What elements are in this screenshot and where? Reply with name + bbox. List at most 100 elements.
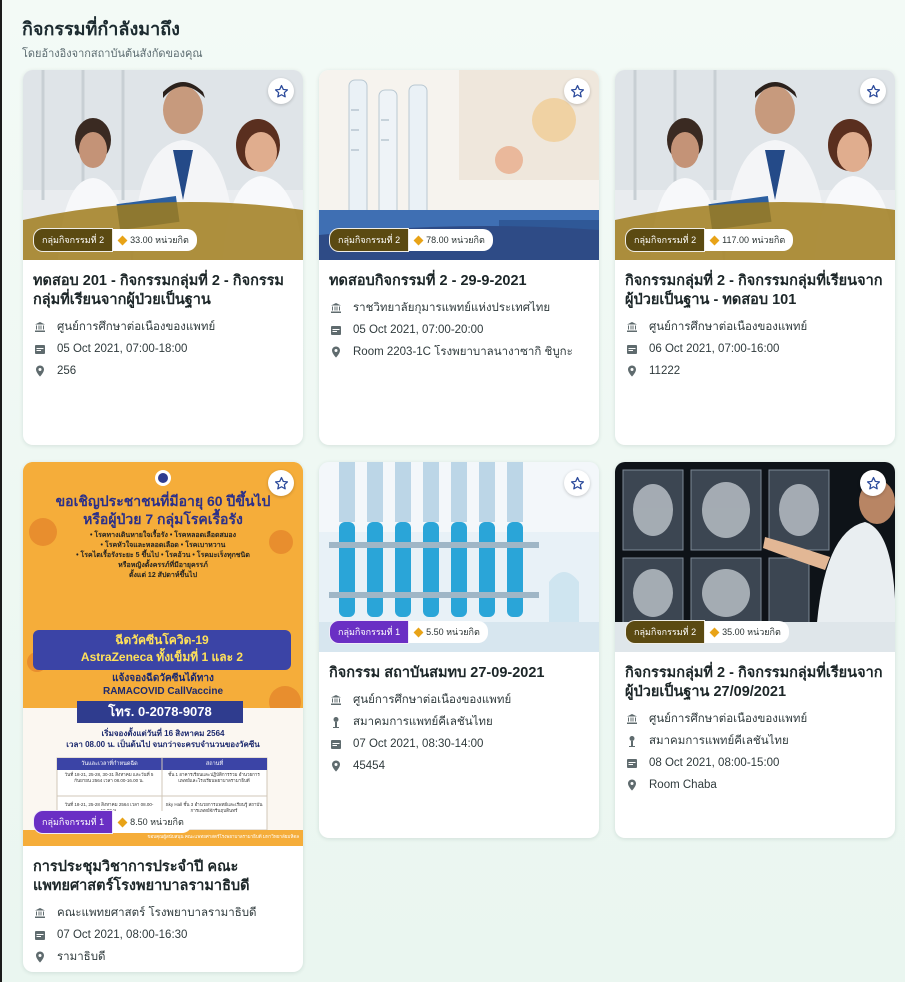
activity-title[interactable]: กิจกรรม สถาบันสมทบ 27-09-2021 bbox=[329, 664, 589, 683]
location-row: รามาธิบดี bbox=[33, 950, 293, 964]
activity-card[interactable]: กลุ่มกิจกรรมที่ 2 33.00 หน่วยกิต ทดสอบ 2… bbox=[23, 70, 303, 445]
location-row: 45454 bbox=[329, 759, 589, 773]
credit-badge: 78.00 หน่วยกิต bbox=[409, 229, 493, 251]
favorite-star-button[interactable] bbox=[860, 470, 886, 496]
activity-badges: กลุ่มกิจกรรมที่ 2 78.00 หน่วยกิต bbox=[329, 228, 493, 252]
credit-badge: 35.00 หน่วยกิต bbox=[705, 621, 789, 643]
datetime-text: 05 Oct 2021, 07:00-20:00 bbox=[353, 324, 484, 336]
datetime-row: 06 Oct 2021, 07:00-16:00 bbox=[625, 342, 885, 356]
poster-disease-list: • โรคหัวใจและหลอดเลือด • โรคเบาหวาน bbox=[100, 542, 226, 549]
partner-icon bbox=[329, 715, 343, 729]
activity-image: กลุ่มกิจกรรมที่ 2 35.00 หน่วยกิต bbox=[615, 462, 895, 652]
poster-table-head: วันและเวลาที่กำหนดฉีด bbox=[81, 761, 138, 767]
activity-title[interactable]: กิจกรรมกลุ่มที่ 2 - กิจกรรมกลุ่มที่เรียน… bbox=[625, 272, 885, 310]
location-row: Room 2203-1C โรงพยาบาลนางาซากิ ชิบูกะ bbox=[329, 345, 589, 359]
activity-card[interactable]: กลุ่มกิจกรรมที่ 2 78.00 หน่วยกิต ทดสอบกิ… bbox=[319, 70, 599, 445]
credit-badge: 117.00 หน่วยกิต bbox=[705, 229, 794, 251]
organizer-row: ศูนย์การศึกษาต่อเนื่องของแพทย์ bbox=[625, 712, 885, 726]
location-row: 256 bbox=[33, 364, 293, 378]
datetime-row: 05 Oct 2021, 07:00-18:00 bbox=[33, 342, 293, 356]
poster-register-line: RAMACOVID CallVaccine bbox=[102, 686, 224, 697]
poster-pregnant: ตั้งแต่ 12 สัปดาห์ขึ้นไป bbox=[128, 572, 198, 579]
calendar-icon bbox=[625, 756, 639, 770]
organizer-row: ศูนย์การศึกษาต่อเนื่องของแพทย์ bbox=[33, 320, 293, 334]
location-pin-icon bbox=[329, 759, 343, 773]
group-badge: กลุ่มกิจกรรมที่ 2 bbox=[625, 620, 706, 644]
poster-disease-list: • โรคไตเรื้อรังระยะ 5 ขึ้นไป • โรคอ้วน •… bbox=[76, 552, 250, 559]
star-icon bbox=[274, 476, 288, 489]
activity-card[interactable]: กลุ่มกิจกรรมที่ 2 35.00 หน่วยกิต กิจกรรม… bbox=[615, 462, 895, 838]
diamond-icon bbox=[117, 235, 128, 245]
location-pin-icon bbox=[329, 345, 343, 359]
credit-badge: 33.00 หน่วยกิต bbox=[113, 229, 197, 251]
calendar-icon bbox=[329, 323, 343, 337]
star-icon bbox=[866, 476, 880, 489]
diamond-icon bbox=[413, 235, 424, 245]
group-badge: กลุ่มกิจกรรมที่ 1 bbox=[33, 810, 114, 834]
upcoming-activities-page: กิจกรรมที่กำลังมาถึง โดยอ้างอิงจากสถาบัน… bbox=[2, 0, 905, 982]
poster-pregnant: หรือหญิงตั้งครรภ์ที่มีอายุครรภ์ bbox=[118, 562, 208, 569]
group-badge: กลุ่มกิจกรรมที่ 2 bbox=[33, 228, 114, 252]
favorite-star-button[interactable] bbox=[564, 470, 590, 496]
calendar-icon bbox=[625, 342, 639, 356]
poster-table-cell: วันที่ 18-21, 25-28, 30-31 สิงหาคม และวั… bbox=[64, 772, 154, 783]
organizer-text: ศูนย์การศึกษาต่อเนื่องของแพทย์ bbox=[649, 713, 808, 725]
activity-badges: กลุ่มกิจกรรมที่ 1 5.50 หน่วยกิต bbox=[329, 620, 488, 644]
activity-title[interactable]: การประชุมวิชาการประจำปี คณะแพทยศาสตร์โรง… bbox=[33, 858, 293, 896]
institution-icon bbox=[625, 320, 639, 334]
activity-image: กลุ่มกิจกรรมที่ 1 5.50 หน่วยกิต bbox=[319, 462, 599, 652]
datetime-text: 05 Oct 2021, 07:00-18:00 bbox=[57, 343, 188, 355]
star-icon bbox=[570, 84, 584, 97]
favorite-star-button[interactable] bbox=[564, 78, 590, 104]
organizer-row: ศูนย์การศึกษาต่อเนื่องของแพทย์ bbox=[329, 693, 589, 707]
activity-badges: กลุ่มกิจกรรมที่ 1 8.50 หน่วยกิต bbox=[33, 810, 192, 834]
activity-title[interactable]: กิจกรรมกลุ่มที่ 2 - กิจกรรมกลุ่มที่เรียน… bbox=[625, 664, 885, 702]
activity-card[interactable]: กลุ่มกิจกรรมที่ 2 117.00 หน่วยกิต กิจกรร… bbox=[615, 70, 895, 445]
organizer-row: คณะแพทยศาสตร์ โรงพยาบาลรามาธิบดี bbox=[33, 906, 293, 920]
group-badge: กลุ่มกิจกรรมที่ 2 bbox=[329, 228, 410, 252]
activity-image: กลุ่มกิจกรรมที่ 2 117.00 หน่วยกิต bbox=[615, 70, 895, 260]
credit-value: 5.50 หน่วยกิต bbox=[426, 627, 480, 637]
location-text: Room Chaba bbox=[649, 779, 717, 791]
credit-value: 117.00 หน่วยกิต bbox=[722, 235, 786, 245]
activity-title[interactable]: ทดสอบ 201 - กิจกรรมกลุ่มที่ 2 - กิจกรรมก… bbox=[33, 272, 293, 310]
credit-badge: 8.50 หน่วยกิต bbox=[113, 811, 192, 833]
activity-poster: ขอเชิญประชาชนที่มีอายุ 60 ปีขึ้นไป หรือผ… bbox=[23, 462, 303, 846]
organizer-text: ศูนย์การศึกษาต่อเนื่องของแพทย์ bbox=[57, 321, 216, 333]
poster-headline: หรือผู้ป่วย 7 กลุ่มโรคเรื้อรัง bbox=[83, 511, 243, 527]
location-row: 11222 bbox=[625, 364, 885, 378]
location-text: Room 2203-1C โรงพยาบาลนางาซากิ ชิบูกะ bbox=[353, 346, 573, 358]
organizer-row: ราชวิทยาลัยกุมารแพทย์แห่งประเทศไทย bbox=[329, 301, 589, 315]
star-icon bbox=[570, 476, 584, 489]
poster-vaccine-line: AstraZeneca ทั้งเข็มที่ 1 และ 2 bbox=[80, 650, 244, 664]
poster-register-line: แจ้งจองฉีดวัคซีนได้ทาง bbox=[112, 673, 214, 684]
activity-title[interactable]: ทดสอบกิจกรรมที่ 2 - 29-9-2021 bbox=[329, 272, 589, 291]
location-text: รามาธิบดี bbox=[57, 951, 106, 963]
poster-vaccine-banner: ฉีดวัคซีนโควิด-19 AstraZeneca ทั้งเข็มที… bbox=[33, 632, 291, 666]
diamond-icon bbox=[709, 235, 720, 245]
credit-value: 35.00 หน่วยกิต bbox=[722, 627, 781, 637]
partner-text: สมาคมการแพทย์คีเลชั่นไทย bbox=[353, 716, 493, 728]
institution-icon bbox=[625, 712, 639, 726]
group-badge: กลุ่มกิจกรรมที่ 1 bbox=[329, 620, 410, 644]
favorite-star-button[interactable] bbox=[860, 78, 886, 104]
calendar-icon bbox=[33, 928, 47, 942]
activity-badges: กลุ่มกิจกรรมที่ 2 35.00 หน่วยกิต bbox=[625, 620, 789, 644]
organizer-row: ศูนย์การศึกษาต่อเนื่องของแพทย์ bbox=[625, 320, 885, 334]
poster-phone: โทร. 0-2078-9078 bbox=[108, 704, 212, 719]
poster-start-line: เวลา 08.00 น. เป็นต้นไป จนกว่าจะครบจำนวน… bbox=[66, 740, 260, 749]
organizer-text: ศูนย์การศึกษาต่อเนื่องของแพทย์ bbox=[649, 321, 808, 333]
favorite-star-button[interactable] bbox=[268, 470, 294, 496]
group-badge: กลุ่มกิจกรรมที่ 2 bbox=[625, 228, 706, 252]
datetime-row: 07 Oct 2021, 08:30-14:00 bbox=[329, 737, 589, 751]
activity-card[interactable]: ขอเชิญประชาชนที่มีอายุ 60 ปีขึ้นไป หรือผ… bbox=[23, 462, 303, 972]
activity-badges: กลุ่มกิจกรรมที่ 2 33.00 หน่วยกิต bbox=[33, 228, 197, 252]
activity-card[interactable]: กลุ่มกิจกรรมที่ 1 5.50 หน่วยกิต กิจกรรม … bbox=[319, 462, 599, 838]
favorite-star-button[interactable] bbox=[268, 78, 294, 104]
activity-badges: กลุ่มกิจกรรมที่ 2 117.00 หน่วยกิต bbox=[625, 228, 794, 252]
diamond-icon bbox=[709, 627, 720, 637]
location-pin-icon bbox=[33, 950, 47, 964]
datetime-text: 08 Oct 2021, 08:00-15:00 bbox=[649, 757, 780, 769]
diamond-icon bbox=[117, 817, 128, 827]
star-icon bbox=[866, 84, 880, 97]
